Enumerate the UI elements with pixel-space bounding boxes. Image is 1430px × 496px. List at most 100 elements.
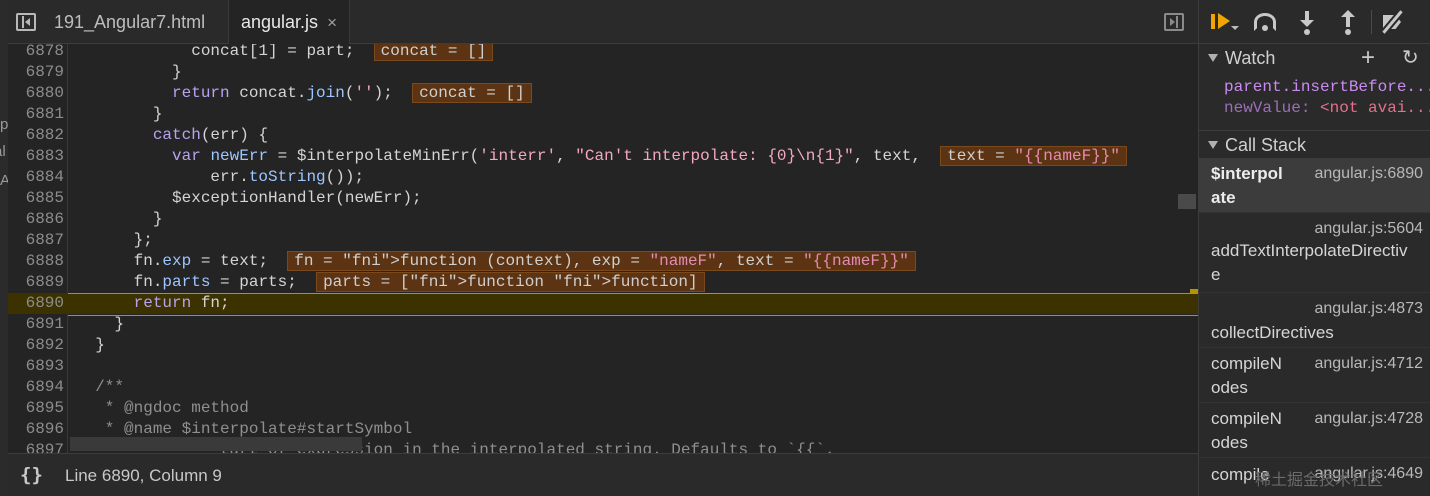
call-stack-frame[interactable]: angular.js:4728 compileN odes	[1199, 403, 1430, 458]
frame-location[interactable]: angular.js:4712	[1314, 352, 1423, 376]
refresh-watch-icon[interactable]: ↻	[1402, 44, 1419, 72]
code-token: = parts;	[210, 273, 317, 291]
line-number[interactable]: 6883	[8, 146, 64, 167]
line-number[interactable]: 6889	[8, 272, 64, 293]
code-editor[interactable]: 6878 concat[1] = part; concat = [] 6879 }…	[8, 44, 1198, 453]
code-line[interactable]: 6886 }	[8, 209, 1198, 230]
frame-location[interactable]: angular.js:4873	[1314, 297, 1423, 321]
expand-call-stack-icon[interactable]	[1208, 141, 1218, 149]
line-number[interactable]: 6885	[8, 188, 64, 209]
line-number[interactable]: 6893	[8, 356, 64, 377]
frame-function-name: addTextInterpolateDirectiv e	[1211, 241, 1408, 284]
code-token: /**	[76, 378, 125, 396]
code-line[interactable]: 6885 $exceptionHandler(newErr);	[8, 188, 1198, 209]
code-token: newErr	[210, 147, 269, 165]
pretty-print-icon[interactable]: {}	[20, 464, 43, 486]
line-number[interactable]: 6895	[8, 398, 64, 419]
step-into-icon[interactable]	[1295, 10, 1321, 35]
line-number[interactable]: 6882	[8, 125, 64, 146]
code-token: fn;	[191, 294, 230, 312]
line-number[interactable]: 6896	[8, 419, 64, 440]
code-token: }	[76, 336, 105, 354]
code-token: catch	[152, 126, 201, 144]
frame-location[interactable]: angular.js:6890	[1314, 162, 1423, 186]
debugger-sidebar: Watch + ↻ parent.insertBefore... newValu…	[1198, 0, 1430, 496]
code-line[interactable]: 6879 }	[8, 62, 1198, 83]
code-token: "Can't interpolate: {0}\n{1}"	[575, 147, 854, 165]
code-text: err.toString());	[76, 167, 364, 188]
code-token: , text,	[853, 147, 941, 165]
toolbar-divider	[1371, 10, 1372, 34]
code-line[interactable]: 6880 return concat.join(''); concat = []	[8, 83, 1198, 104]
line-number[interactable]: 6891	[8, 314, 64, 335]
line-number[interactable]: 6886	[8, 209, 64, 230]
call-stack-frame[interactable]: angular.js:4873 collectDirectives	[1199, 293, 1430, 348]
code-token: $exceptionHandler(newErr);	[76, 189, 422, 207]
editor-tab-bar: 191_Angular7.html angular.js ×	[8, 0, 1198, 44]
toggle-debugger-pane-icon[interactable]	[1164, 13, 1184, 31]
call-stack-frame[interactable]: angular.js:6890 $interpol ate	[1199, 158, 1430, 213]
line-number[interactable]: 6881	[8, 104, 64, 125]
line-number[interactable]: 6888	[8, 251, 64, 272]
code-line[interactable]: 6882 catch(err) {	[8, 125, 1198, 146]
code-line[interactable]: 6883 var newErr = $interpolateMinErr('in…	[8, 146, 1198, 167]
line-number[interactable]: 6880	[8, 83, 64, 104]
code-line[interactable]: 6895 * @ngdoc method	[8, 398, 1198, 419]
call-stack-frame[interactable]: angular.js:5604 addTextInterpolateDirecti…	[1199, 213, 1430, 293]
toggle-navigator-icon[interactable]	[16, 13, 36, 31]
code-line[interactable]: 6889 fn.parts = parts; parts = ["fni">fu…	[8, 272, 1198, 293]
code-token: var	[172, 147, 201, 165]
code-line[interactable]: 6884 err.toString());	[8, 167, 1198, 188]
close-tab-icon[interactable]: ×	[327, 13, 337, 32]
code-text: }	[76, 314, 124, 335]
code-text: $exceptionHandler(newErr);	[76, 188, 422, 209]
code-line[interactable]: 6881 }	[8, 104, 1198, 125]
watch-expression[interactable]: newValue: <not avai...	[1224, 99, 1430, 117]
code-line-current[interactable]: 6890 return fn;	[8, 293, 1198, 316]
status-bar: {} Line 6890, Column 9	[8, 453, 1198, 496]
code-token: return	[172, 84, 230, 102]
watch-section-header[interactable]: Watch + ↻	[1199, 44, 1430, 72]
vertical-scrollbar-thumb[interactable]	[1178, 194, 1196, 209]
code-line[interactable]: 6892 }	[8, 335, 1198, 356]
code-token: (	[344, 84, 355, 102]
horizontal-scrollbar-thumb[interactable]	[70, 437, 362, 451]
line-number[interactable]: 6884	[8, 167, 64, 188]
call-stack-section-header[interactable]: Call Stack	[1199, 130, 1430, 158]
frame-location[interactable]: angular.js:4728	[1314, 407, 1423, 431]
line-number[interactable]: 6890	[8, 293, 64, 314]
watch-label: newValue:	[1224, 99, 1321, 117]
code-text: }	[76, 62, 182, 83]
call-stack-frame[interactable]: angular.js:4712 compileN odes	[1199, 348, 1430, 403]
code-token: }	[76, 210, 163, 228]
step-over-icon[interactable]	[1253, 10, 1279, 34]
line-number[interactable]: 6894	[8, 377, 64, 398]
cursor-position: Line 6890, Column 9	[65, 466, 222, 485]
code-token: (err) {	[200, 126, 269, 144]
tab-angular-js[interactable]: angular.js ×	[228, 0, 351, 44]
line-number[interactable]: 6887	[8, 230, 64, 251]
frame-function-name: $interpol ate	[1211, 164, 1283, 207]
code-line[interactable]: 6894 /**	[8, 377, 1198, 398]
line-number[interactable]: 6897	[8, 440, 64, 453]
code-line[interactable]: 6878 concat[1] = part; concat = []	[8, 44, 1198, 62]
line-number[interactable]: 6878	[8, 44, 64, 62]
add-watch-icon[interactable]: +	[1361, 44, 1375, 72]
watch-expression[interactable]: parent.insertBefore...	[1224, 78, 1430, 96]
frame-location[interactable]: angular.js:5604	[1314, 217, 1423, 241]
code-line[interactable]: 6893	[8, 356, 1198, 377]
code-line[interactable]: 6891 }	[8, 314, 1198, 335]
code-line[interactable]: 6887 };	[8, 230, 1198, 251]
step-out-icon[interactable]	[1336, 10, 1362, 35]
code-token: err.	[76, 168, 249, 186]
line-number[interactable]: 6879	[8, 62, 64, 83]
code-text: }	[76, 209, 163, 230]
code-line[interactable]: 6888 fn.exp = text; fn = "fni">function …	[8, 251, 1198, 272]
expand-watch-icon[interactable]	[1208, 54, 1218, 62]
line-number[interactable]: 6892	[8, 335, 64, 356]
deactivate-breakpoints-icon[interactable]	[1381, 10, 1407, 34]
watch-title: Watch	[1225, 48, 1276, 68]
resume-icon[interactable]	[1211, 10, 1239, 34]
tab-191-angular7-html[interactable]: 191_Angular7.html	[42, 0, 217, 44]
